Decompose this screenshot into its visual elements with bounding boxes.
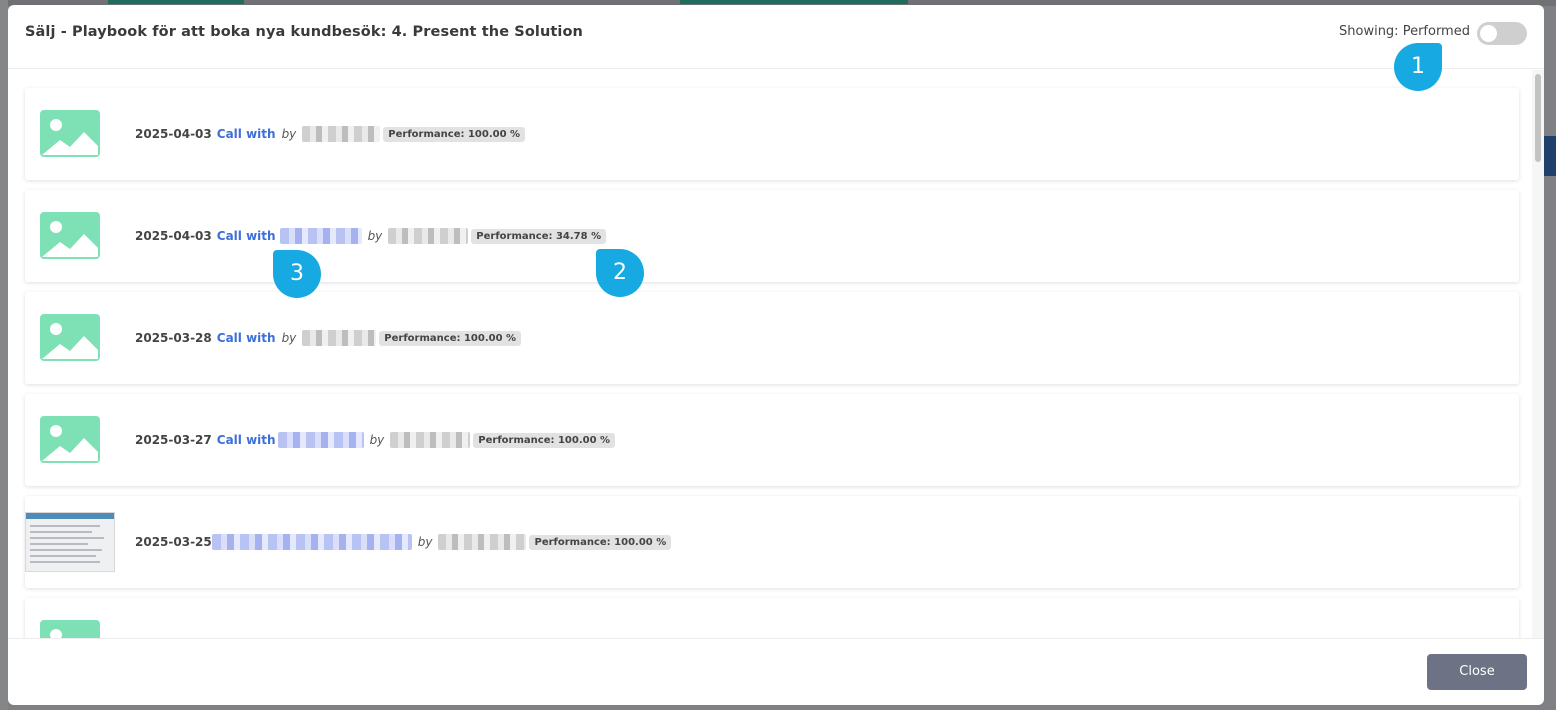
performance-badge: Performance: 100.00 % bbox=[379, 330, 522, 346]
image-placeholder-icon bbox=[40, 212, 100, 259]
redacted-contact[interactable] bbox=[211, 534, 412, 550]
redacted-name bbox=[302, 330, 377, 346]
background-bar bbox=[108, 0, 244, 4]
performance-badge: Performance: 100.00 % bbox=[473, 432, 616, 448]
performance-badge: Performance: 100.00 % bbox=[383, 126, 526, 142]
by-label: by bbox=[281, 331, 297, 345]
background-bar bbox=[680, 0, 908, 4]
modal-body: 2025-04-03 Call with by Performance: 100… bbox=[8, 70, 1544, 638]
row-text: 2025-03-25 by Performance: 100.00 % bbox=[135, 534, 672, 550]
row-date: 2025-03-27 bbox=[135, 433, 212, 447]
redacted-name bbox=[388, 228, 469, 244]
list-item[interactable] bbox=[25, 598, 1519, 638]
toggle-knob bbox=[1480, 25, 1497, 42]
close-button[interactable]: Close bbox=[1427, 654, 1527, 690]
by-label: by bbox=[417, 535, 433, 549]
call-with-link[interactable]: Call with bbox=[217, 331, 276, 345]
row-text: 2025-04-03 Call with by Performance: 34.… bbox=[135, 228, 607, 244]
by-label: by bbox=[281, 127, 297, 141]
redacted-name bbox=[302, 126, 381, 142]
image-placeholder-icon bbox=[40, 416, 100, 463]
list-item[interactable]: 2025-04-03 Call with by Performance: 34.… bbox=[25, 190, 1519, 282]
background-column bbox=[0, 0, 8, 710]
list-item[interactable]: 2025-03-28 Call with by Performance: 100… bbox=[25, 292, 1519, 384]
image-placeholder-icon bbox=[40, 110, 100, 157]
performance-badge: Performance: 100.00 % bbox=[529, 534, 672, 550]
screenshot-thumbnail bbox=[25, 512, 115, 572]
row-date: 2025-04-03 bbox=[135, 127, 212, 141]
row-date: 2025-03-25 bbox=[135, 535, 212, 549]
row-date: 2025-04-03 bbox=[135, 229, 212, 243]
modal-footer: Close bbox=[8, 638, 1544, 705]
row-text: 2025-03-27 Call with by Performance: 100… bbox=[135, 432, 616, 448]
list-item[interactable]: 2025-03-27 Call with by Performance: 100… bbox=[25, 394, 1519, 486]
redacted-contact[interactable] bbox=[279, 228, 362, 244]
performed-toggle[interactable] bbox=[1477, 22, 1527, 45]
modal-header: Sälj - Playbook för att boka nya kundbes… bbox=[8, 5, 1544, 69]
annotation-marker: 2 bbox=[596, 249, 644, 297]
redacted-name bbox=[390, 432, 471, 448]
scrollbar-thumb[interactable] bbox=[1535, 74, 1541, 162]
background-column bbox=[1544, 136, 1556, 176]
showing-label: Showing: Performed bbox=[1339, 24, 1470, 39]
by-label: by bbox=[369, 433, 385, 447]
scrollbar[interactable] bbox=[1532, 70, 1544, 638]
annotation-marker: 1 bbox=[1394, 43, 1442, 91]
call-with-link[interactable]: Call with bbox=[217, 127, 276, 141]
performance-badge: Performance: 34.78 % bbox=[471, 228, 607, 244]
modal-title: Sälj - Playbook för att boka nya kundbes… bbox=[25, 24, 583, 40]
annotation-marker: 3 bbox=[273, 250, 321, 298]
list-item[interactable]: 2025-03-25 by Performance: 100.00 % bbox=[25, 496, 1519, 588]
by-label: by bbox=[367, 229, 383, 243]
image-placeholder-icon bbox=[40, 314, 100, 361]
call-with-link[interactable]: Call with bbox=[217, 229, 276, 243]
list-item[interactable]: 2025-04-03 Call with by Performance: 100… bbox=[25, 88, 1519, 180]
row-text: 2025-03-28 Call with by Performance: 100… bbox=[135, 330, 522, 346]
call-with-link[interactable]: Call with bbox=[217, 433, 276, 447]
image-placeholder-icon bbox=[40, 620, 100, 638]
redacted-name bbox=[438, 534, 527, 550]
performed-modal: Sälj - Playbook för att boka nya kundbes… bbox=[8, 5, 1544, 705]
row-date: 2025-03-28 bbox=[135, 331, 212, 345]
row-text: 2025-04-03 Call with by Performance: 100… bbox=[135, 126, 526, 142]
redacted-contact[interactable] bbox=[277, 432, 364, 448]
